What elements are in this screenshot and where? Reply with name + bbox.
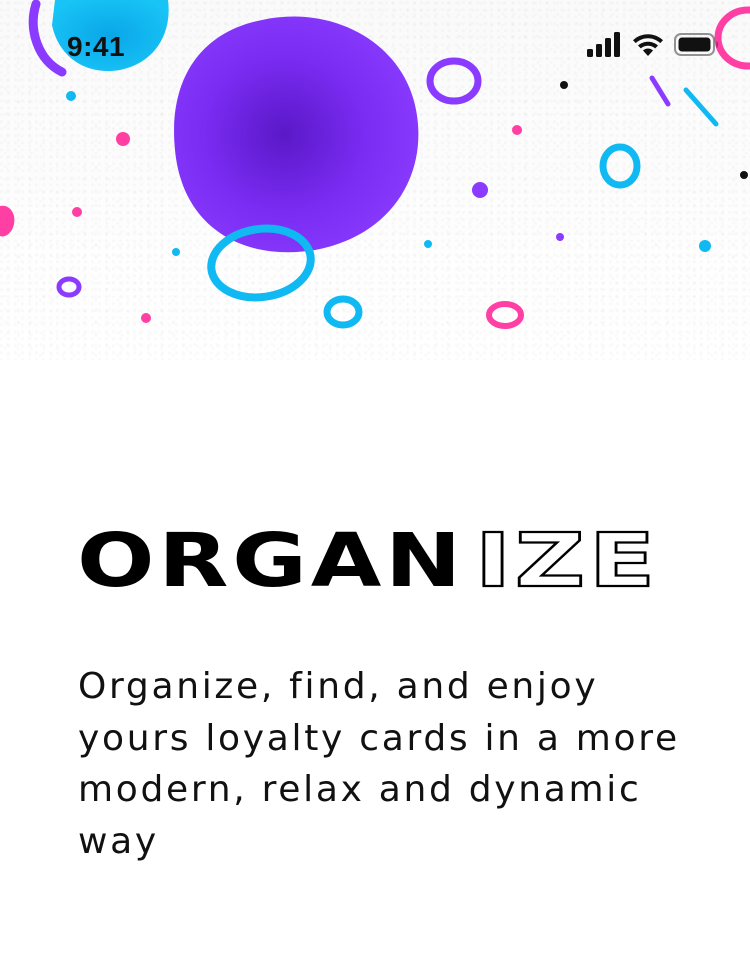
cyan-stroke: [683, 87, 719, 127]
pink-dot: [141, 313, 151, 323]
cyan-dot: [172, 248, 180, 256]
pink-dot: [116, 132, 130, 146]
pink-ring: [486, 301, 524, 329]
pink-edge-blob: [0, 205, 15, 237]
purple-ring-small: [56, 276, 82, 298]
pink-dot: [72, 207, 82, 217]
purple-dot: [556, 233, 564, 241]
cyan-dot: [66, 91, 76, 101]
title-graphic: ORGAN IZE: [77, 518, 659, 598]
purple-dot: [472, 182, 488, 198]
onboarding-description: Organize, find, and enjoy yours loyalty …: [78, 666, 680, 862]
cyan-ring-bottom: [323, 295, 363, 329]
cyan-dot: [699, 240, 711, 252]
title-outline: IZE: [475, 518, 659, 598]
cyan-dot: [424, 240, 432, 248]
pink-dot: [512, 125, 522, 135]
status-bar: 9:41: [0, 0, 750, 92]
cellular-signal-icon: [587, 32, 620, 57]
status-time: 9:41: [67, 31, 126, 62]
black-dot: [740, 171, 748, 179]
battery-icon: [674, 33, 718, 56]
wifi-icon: [633, 34, 663, 56]
status-icons: [586, 32, 721, 62]
page-title: ORGAN IZE: [77, 518, 667, 598]
title-solid: ORGAN: [77, 518, 465, 598]
cyan-ring-small: [599, 143, 641, 189]
